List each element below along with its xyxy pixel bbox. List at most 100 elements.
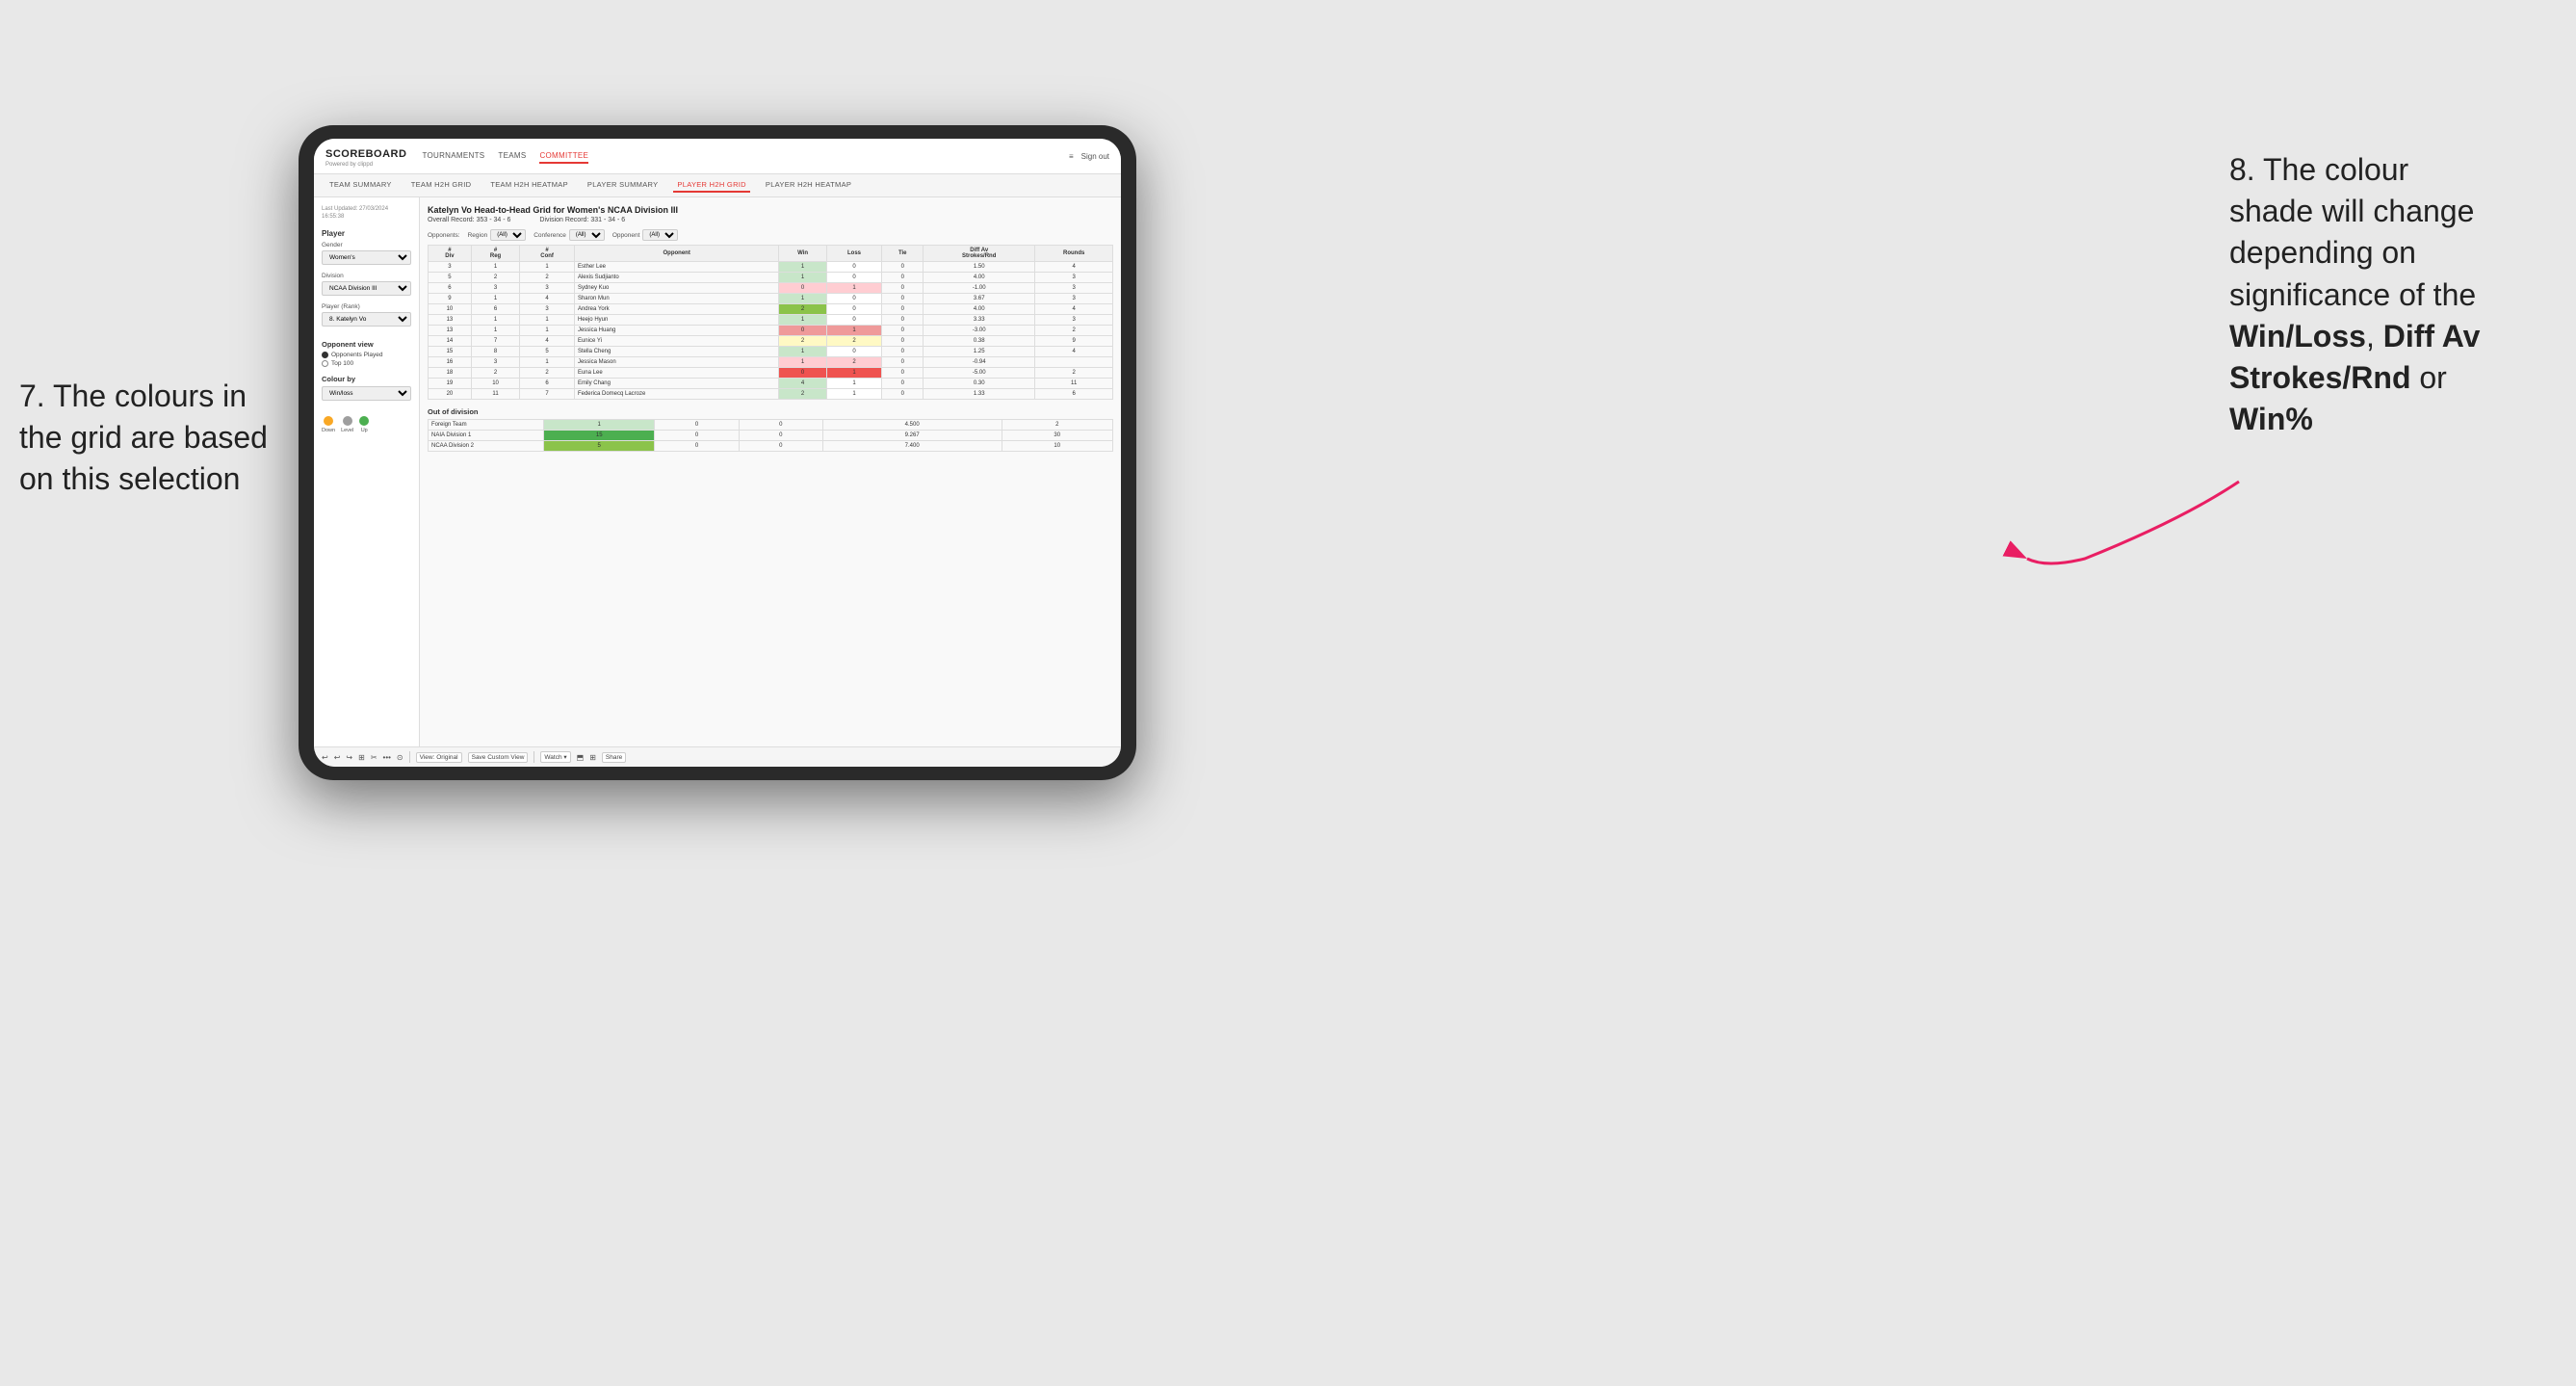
ood-opponent: Foreign Team	[429, 420, 544, 431]
sub-nav-team-h2h-grid[interactable]: TEAM H2H GRID	[407, 178, 476, 193]
region-select[interactable]: (All)	[490, 229, 526, 241]
grid-title: Katelyn Vo Head-to-Head Grid for Women's…	[428, 205, 1113, 215]
cell-div: 16	[429, 357, 472, 368]
cell-diff: 0.38	[924, 336, 1035, 347]
sub-nav-player-h2h-heatmap[interactable]: PLAYER H2H HEATMAP	[762, 178, 855, 193]
cell-diff: 1.50	[924, 262, 1035, 273]
annotation-left-line3: on this selection	[19, 461, 240, 496]
filter-row: Opponents: Region (All) Conference (All)	[428, 229, 1113, 241]
watch-btn[interactable]: Watch ▾	[540, 751, 570, 763]
ood-opponent: NAIA Division 1	[429, 431, 544, 441]
redo2-icon[interactable]: ↪	[346, 753, 352, 762]
grid-icon[interactable]: ⊞	[358, 753, 365, 762]
ood-tie: 0	[739, 441, 822, 452]
legend-down: Down	[322, 416, 335, 433]
cell-conf: 5	[520, 347, 575, 357]
ood-tie: 0	[739, 431, 822, 441]
sub-nav-player-summary[interactable]: PLAYER SUMMARY	[584, 178, 663, 193]
colour-by-select[interactable]: Win/loss	[322, 386, 411, 401]
menu-icon[interactable]: ≡	[1069, 152, 1074, 161]
cell-opponent: Federica Domecq Lacroze	[574, 389, 778, 400]
ood-win: 1	[544, 420, 655, 431]
refresh-icon[interactable]: ⊙	[397, 753, 403, 762]
right-content: Katelyn Vo Head-to-Head Grid for Women's…	[420, 197, 1121, 746]
cell-rounds	[1035, 357, 1113, 368]
share-btn[interactable]: Share	[602, 752, 626, 763]
nav-items: TOURNAMENTS TEAMS COMMITTEE	[422, 149, 1054, 164]
cell-loss: 2	[826, 357, 882, 368]
main-content: Last Updated: 27/03/2024 16:55:38 Player…	[314, 197, 1121, 746]
sub-nav-team-summary[interactable]: TEAM SUMMARY	[325, 178, 396, 193]
nav-teams[interactable]: TEAMS	[498, 149, 526, 164]
gender-select[interactable]: Women's	[322, 250, 411, 265]
cell-rounds: 9	[1035, 336, 1113, 347]
division-select[interactable]: NCAA Division III	[322, 281, 411, 296]
top-100-radio[interactable]: Top 100	[322, 360, 411, 367]
undo-icon[interactable]: ↩	[322, 753, 328, 762]
opponent-select[interactable]: (All)	[642, 229, 678, 241]
col-rounds: Rounds	[1035, 246, 1113, 262]
cell-div: 3	[429, 262, 472, 273]
cell-opponent: Sydney Kuo	[574, 283, 778, 294]
save-custom-btn[interactable]: Save Custom View	[468, 752, 529, 763]
cell-reg: 7	[471, 336, 519, 347]
table-row: 10 6 3 Andrea York 2 0 0 4.00 4	[429, 304, 1113, 315]
opponent-view-title: Opponent view	[322, 340, 411, 349]
ood-opponent: NCAA Division 2	[429, 441, 544, 452]
annotation-right-line4: significance of the	[2229, 277, 2476, 312]
cell-opponent: Esther Lee	[574, 262, 778, 273]
table-row: 9 1 4 Sharon Mun 1 0 0 3.67 3	[429, 294, 1113, 304]
overall-record: Overall Record: 353 - 34 - 6	[428, 217, 510, 223]
redo1-icon[interactable]: ↩	[334, 753, 341, 762]
cell-diff: 3.33	[924, 315, 1035, 326]
cell-rounds: 4	[1035, 262, 1113, 273]
grid2-icon[interactable]: ⊞	[589, 753, 596, 762]
cell-tie: 0	[882, 283, 924, 294]
cell-diff: -3.00	[924, 326, 1035, 336]
tablet-screen: SCOREBOARD Powered by clippd TOURNAMENTS…	[314, 139, 1121, 767]
opponents-played-radio[interactable]: Opponents Played	[322, 352, 411, 358]
nav-tournaments[interactable]: TOURNAMENTS	[422, 149, 484, 164]
top-100-radio-dot	[322, 360, 328, 367]
more-icon[interactable]: •••	[383, 753, 391, 762]
ood-tie: 0	[739, 420, 822, 431]
conference-filter-label: Conference	[533, 232, 566, 239]
cell-rounds: 2	[1035, 368, 1113, 379]
opponent-filter-label: Opponent	[612, 232, 640, 239]
opponents-played-label: Opponents Played	[331, 352, 382, 358]
cell-div: 6	[429, 283, 472, 294]
table-row: 19 10 6 Emily Chang 4 1 0 0.30 11	[429, 379, 1113, 389]
cell-reg: 2	[471, 368, 519, 379]
conference-select[interactable]: (All)	[569, 229, 605, 241]
sub-nav-team-h2h-heatmap[interactable]: TEAM H2H HEATMAP	[486, 178, 572, 193]
table-row: 3 1 1 Esther Lee 1 0 0 1.50 4	[429, 262, 1113, 273]
cell-win: 1	[779, 315, 826, 326]
out-of-division: Out of division Foreign Team 1 0 0 4.500…	[428, 407, 1113, 452]
cell-win: 1	[779, 347, 826, 357]
sub-nav-player-h2h-grid[interactable]: PLAYER H2H GRID	[673, 178, 749, 193]
annotation-left-line2: the grid are based	[19, 420, 268, 455]
cell-win: 4	[779, 379, 826, 389]
player-rank-select[interactable]: 8. Katelyn Vo	[322, 312, 411, 327]
cell-win: 1	[779, 294, 826, 304]
cell-loss: 0	[826, 315, 882, 326]
sign-out-link[interactable]: Sign out	[1081, 152, 1109, 161]
col-div: #Div	[429, 246, 472, 262]
export-icon[interactable]: ⬒	[577, 753, 585, 762]
cell-diff: 0.30	[924, 379, 1035, 389]
cell-tie: 0	[882, 315, 924, 326]
annotation-right-line2: shade will change	[2229, 194, 2474, 228]
gender-label: Gender	[322, 242, 411, 248]
view-original-btn[interactable]: View: Original	[416, 752, 462, 763]
right-arrow	[2008, 462, 2249, 588]
table-row: 6 3 3 Sydney Kuo 0 1 0 -1.00 3	[429, 283, 1113, 294]
cell-div: 18	[429, 368, 472, 379]
cell-conf: 2	[520, 368, 575, 379]
sub-nav: TEAM SUMMARY TEAM H2H GRID TEAM H2H HEAT…	[314, 174, 1121, 197]
opponent-view: Opponent view Opponents Played Top 100	[322, 340, 411, 367]
logo: SCOREBOARD Powered by clippd	[325, 144, 406, 168]
cell-diff: 4.00	[924, 273, 1035, 283]
cut-icon[interactable]: ✂	[371, 753, 377, 762]
nav-committee[interactable]: COMMITTEE	[539, 149, 588, 164]
cell-reg: 10	[471, 379, 519, 389]
